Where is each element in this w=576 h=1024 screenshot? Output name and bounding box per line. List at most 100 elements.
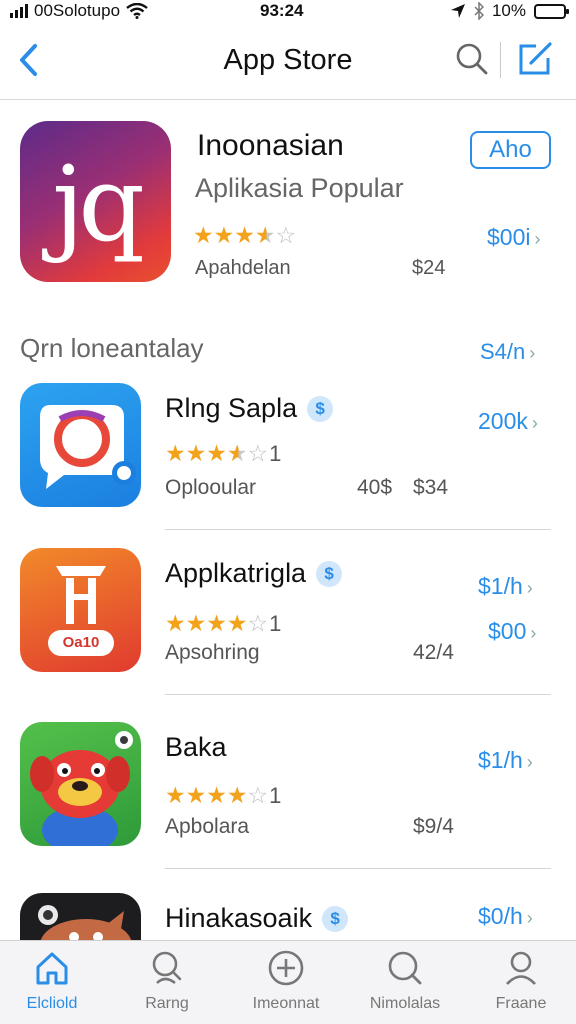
app-price-link[interactable]: $1/h ›: [478, 747, 533, 774]
featured-price: $00i: [487, 224, 531, 250]
list-item[interactable]: Oa10 Applkatrigla $ ★ ★ ★ ★ ☆ 1 Apsohring 42/4…: [0, 548, 576, 718]
status-bar: 00Solotupo 93:24 10%: [0, 0, 576, 24]
app-price: $1/h: [478, 573, 523, 599]
bluetooth-icon: [474, 2, 484, 20]
star-full-icon: ★: [213, 222, 235, 248]
row-divider: [165, 868, 551, 869]
compose-icon[interactable]: [516, 40, 554, 78]
star-empty-icon: ☆: [247, 782, 269, 808]
battery-percent: 10%: [491, 1, 526, 20]
section-see-all-link[interactable]: S4/n ›: [480, 339, 535, 365]
star-full-icon: ★: [185, 782, 207, 808]
person-icon: [506, 951, 536, 985]
chevron-right-icon: ›: [534, 229, 541, 249]
app-icon-lantern[interactable]: Oa10: [20, 548, 141, 672]
app-subtitle: Apsohring: [165, 641, 260, 664]
tab-search[interactable]: Nimolalas: [350, 949, 460, 1013]
app-secondary-price-link[interactable]: $00 ›: [488, 618, 536, 645]
app-icon-creature[interactable]: [20, 722, 141, 846]
app-name-text: Baka: [165, 732, 227, 762]
tab-label: Elcliold: [26, 995, 78, 1012]
price-badge-icon: $: [316, 560, 343, 587]
get-button[interactable]: Aho: [470, 131, 551, 169]
tab-label: Fraane: [495, 995, 547, 1012]
list-item[interactable]: Baka ★ ★ ★ ★ ☆ 1 Apbolara $9/4 $1/h ›: [0, 722, 576, 892]
star-full-icon: ★: [226, 610, 248, 636]
app-name[interactable]: Rlng Sapla $: [165, 393, 334, 424]
search-icon: [152, 951, 182, 985]
star-full-icon: ★: [206, 782, 227, 808]
featured-price-link[interactable]: $00i ›: [487, 224, 540, 251]
status-right: 10%: [450, 1, 569, 21]
featured-app-glyph: jq: [52, 143, 145, 265]
app-rating: ★ ★ ★ ★ ☆ 1: [165, 782, 281, 809]
app-name[interactable]: Baka: [165, 732, 227, 763]
app-meta-price: $34: [413, 476, 449, 499]
star-full-icon: ★: [185, 440, 207, 466]
star-full-icon: ★: [234, 222, 255, 248]
star-empty-icon: ☆: [247, 610, 269, 636]
star-full-icon: ★: [206, 610, 227, 636]
search-icon: [388, 951, 422, 985]
rating-count: 1: [269, 782, 282, 808]
app-price-link[interactable]: 200k ›: [478, 408, 538, 435]
star-full-icon: ★: [193, 222, 214, 248]
app-meta-price: 42/4: [413, 641, 454, 664]
price-badge-icon: $: [322, 905, 349, 932]
app-price-link[interactable]: $1/h ›: [478, 573, 533, 600]
app-rating: ★ ★ ★ ★ ☆ 1: [165, 440, 281, 467]
rating-count: 1: [269, 610, 282, 636]
section-link-label: S4/n: [480, 339, 526, 364]
app-price-link[interactable]: $0/h ›: [478, 903, 533, 930]
plus-circle-icon: [268, 950, 304, 986]
chevron-right-icon: ›: [529, 343, 536, 363]
tab-label: Nimolalas: [369, 995, 441, 1012]
featured-app-icon[interactable]: jq: [20, 121, 171, 282]
status-left: 00Solotupo: [10, 1, 148, 21]
featured-app-subtitle: Aplikasia Popular: [195, 173, 404, 203]
tab-ranking[interactable]: Rarng: [112, 949, 222, 1013]
lantern-icon: [48, 566, 114, 656]
nav-divider: [500, 42, 501, 78]
app-name[interactable]: Hinakasoaik $: [165, 903, 349, 934]
tab-home[interactable]: Elcliold: [0, 949, 107, 1013]
star-full-icon: ★: [185, 610, 207, 636]
featured-app-name[interactable]: Inoonasian: [197, 129, 344, 163]
app-name[interactable]: Applkatrigla $: [165, 558, 343, 589]
signal-icon: [10, 4, 28, 18]
chevron-right-icon: ›: [526, 752, 533, 772]
featured-app-size: $24: [412, 257, 446, 279]
section-title: Qrn loneantalay: [20, 333, 204, 363]
app-secondary-price: $00: [488, 618, 527, 644]
tab-profile[interactable]: Fraane: [466, 949, 576, 1013]
chevron-right-icon: ›: [530, 623, 537, 643]
star-empty-icon: ☆: [247, 440, 269, 466]
featured-app-developer: Apahdelan: [195, 257, 291, 279]
row-divider: [165, 529, 551, 530]
star-full-icon: ★: [165, 782, 186, 808]
star-full-icon: ★: [206, 440, 227, 466]
featured-rating: ★ ★ ★ ★ ☆: [193, 222, 296, 249]
nav-title: App Store: [223, 44, 353, 76]
carrier-label: 00Solotupo: [34, 1, 121, 20]
star-full-icon: ★: [165, 610, 186, 636]
tab-new[interactable]: Imeonnat: [231, 949, 341, 1013]
battery-icon: [534, 3, 569, 19]
location-icon: [450, 4, 465, 18]
app-icon-label: Oa10: [62, 634, 100, 651]
tab-label: Rarng: [145, 995, 189, 1012]
list-item[interactable]: Rlng Sapla $ ★ ★ ★ ★ ☆ 1 Oplooular 40$ $34 200…: [0, 383, 576, 553]
chevron-right-icon: ›: [526, 578, 533, 598]
search-icon[interactable]: [455, 42, 489, 76]
app-price: $1/h: [478, 747, 523, 773]
tab-bar: Elcliold Rarng Imeonnat Nimolalas Fraane: [0, 940, 576, 1024]
app-icon-camera[interactable]: [20, 383, 141, 507]
star-full-icon: ★: [226, 782, 248, 808]
app-price: $0/h: [478, 903, 523, 929]
creature-icon: [30, 731, 133, 846]
star-empty-icon: ☆: [275, 222, 297, 248]
home-icon: [36, 952, 68, 985]
app-name-text: Hinakasoaik: [165, 903, 313, 933]
star-half-icon: ★: [226, 440, 248, 466]
app-meta: 40$: [357, 476, 393, 499]
